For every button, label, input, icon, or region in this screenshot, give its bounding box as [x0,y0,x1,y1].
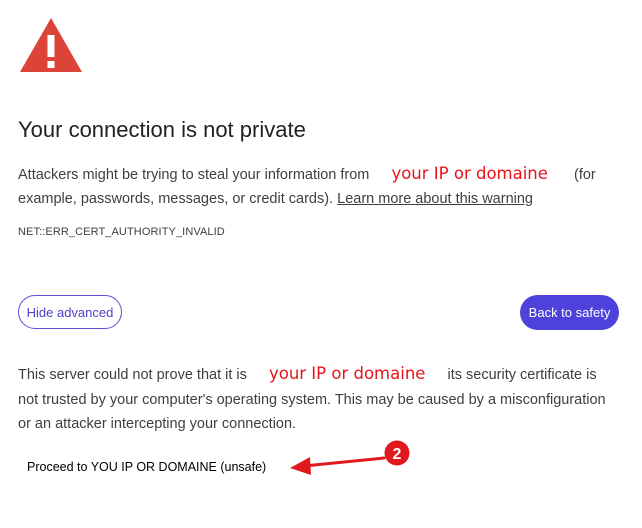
intro-text-after-tail: example, passwords, messages, or credit … [18,191,334,207]
advanced-text-before: This server could not prove that it is [18,367,247,383]
page-title: Your connection is not private [18,117,306,142]
back-to-safety-button[interactable]: Back to safety [520,295,619,330]
hide-advanced-button[interactable]: Hide advanced [18,295,122,329]
hide-advanced-label: Hide advanced [26,304,114,320]
proceed-unsafe-link[interactable]: Proceed to YOU IP OR DOMAINE (unsafe) [27,460,266,474]
learn-more-link[interactable]: Learn more about this warning [337,191,533,207]
domain-placeholder-2: your IP or domaine [268,364,426,383]
annotation-arrow-icon: 2 [280,440,420,490]
advanced-paragraph: This server could not prove that it is y… [18,362,618,437]
warning-triangle-icon [18,16,84,74]
back-to-safety-label: Back to safety [528,305,611,320]
intro-text-before: Attackers might be trying to steal your … [18,167,370,183]
intro-text-after-head: (for [573,167,596,183]
intro-paragraph: Attackers might be trying to steal your … [18,162,618,211]
error-code: NET::ERR_CERT_AUTHORITY_INVALID [18,226,225,238]
annotation-badge-number: 2 [393,446,402,463]
domain-placeholder: your IP or domaine [391,164,548,183]
